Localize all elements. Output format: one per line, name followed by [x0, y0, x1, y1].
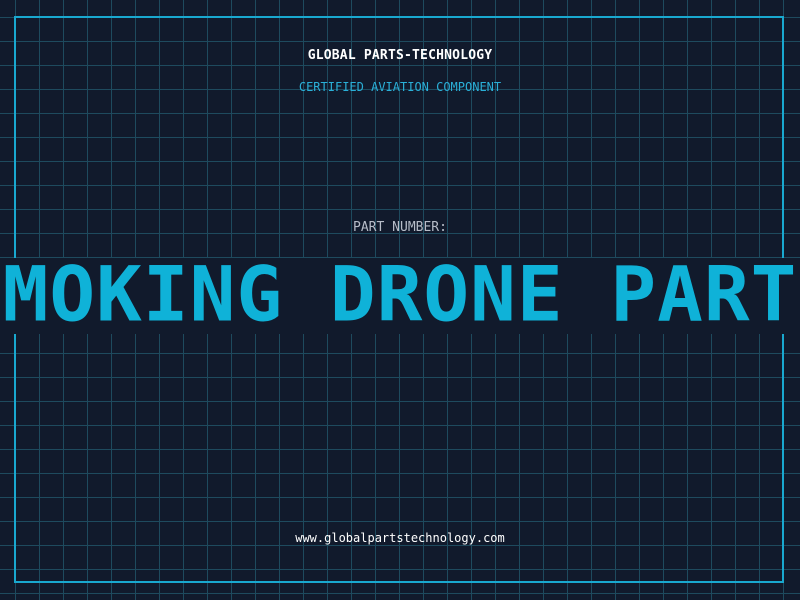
part-number-value: SMOKING DRONE PARTS [0, 258, 800, 334]
company-name: GLOBAL PARTS-TECHNOLOGY [307, 48, 493, 63]
part-number-label: PART NUMBER: [353, 220, 447, 235]
part-number-band: SMOKING DRONE PARTS [0, 258, 800, 334]
certification-subtitle: CERTIFIED AVIATION COMPONENT [298, 80, 502, 94]
certificate-page: GLOBAL PARTS-TECHNOLOGY CERTIFIED AVIATI… [0, 0, 800, 600]
website-url[interactable]: www.globalpartstechnology.com [0, 531, 800, 545]
